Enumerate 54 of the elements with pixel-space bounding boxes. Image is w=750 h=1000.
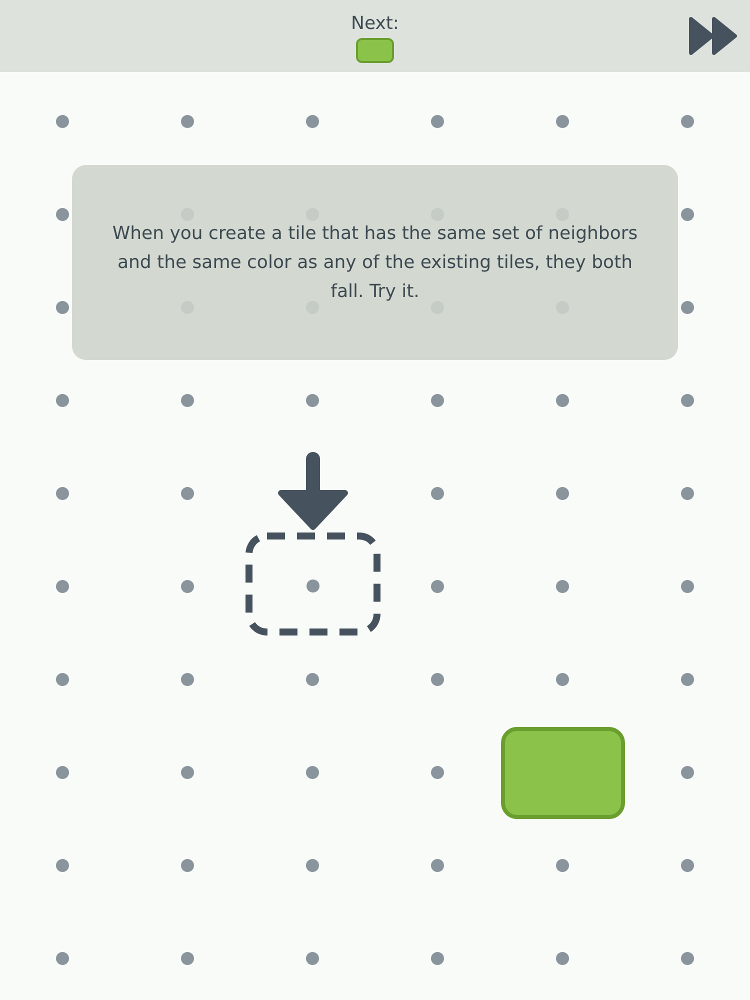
drop-target-drawing[interactable] — [245, 451, 381, 637]
grid-dot — [556, 673, 569, 686]
grid-dot — [556, 952, 569, 965]
grid-dot — [431, 673, 444, 686]
grid-dot — [556, 115, 569, 128]
grid-dot — [556, 487, 569, 500]
grid-dot — [681, 115, 694, 128]
grid-dot — [56, 487, 69, 500]
grid-dot — [306, 394, 319, 407]
grid-dot — [681, 487, 694, 500]
grid-dot — [306, 859, 319, 872]
grid-dot — [556, 580, 569, 593]
grid-dot — [681, 208, 694, 221]
grid-dot — [556, 859, 569, 872]
grid-dot — [56, 859, 69, 872]
grid-dot — [431, 859, 444, 872]
grid-dot — [306, 952, 319, 965]
grid-dot — [681, 952, 694, 965]
grid-dot — [181, 766, 194, 779]
grid-dot — [181, 859, 194, 872]
grid-dot — [681, 394, 694, 407]
grid-dot — [181, 673, 194, 686]
grid-dot — [681, 301, 694, 314]
grid-dot — [181, 115, 194, 128]
hint-text: When you create a tile that has the same set of neighbors and the same color as any of the existing tiles, they both fall. Try it. — [111, 222, 639, 304]
grid-dot — [681, 859, 694, 872]
grid-dot — [56, 301, 69, 314]
grid-dot — [56, 580, 69, 593]
placed-tile[interactable] — [500, 726, 624, 818]
grid-dot — [181, 487, 194, 500]
grid-dot — [431, 766, 444, 779]
grid-dot — [681, 580, 694, 593]
grid-dot — [181, 580, 194, 593]
grid-dot — [56, 394, 69, 407]
grid-dot — [431, 487, 444, 500]
grid-dot — [431, 952, 444, 965]
grid-dot — [306, 115, 319, 128]
grid-dot — [56, 766, 69, 779]
grid-dot — [681, 766, 694, 779]
next-label: Next: — [351, 13, 399, 34]
grid-dot — [431, 115, 444, 128]
grid-dot — [306, 766, 319, 779]
grid-dot — [181, 952, 194, 965]
grid-dot — [56, 952, 69, 965]
grid-dot — [431, 580, 444, 593]
grid-dot — [306, 673, 319, 686]
grid-dot — [556, 394, 569, 407]
grid-dot — [681, 673, 694, 686]
grid-dot — [56, 115, 69, 128]
grid-dot — [431, 394, 444, 407]
grid-dot — [181, 394, 194, 407]
grid-dot — [56, 673, 69, 686]
grid-dot — [56, 208, 69, 221]
fast-forward-icon[interactable] — [688, 16, 738, 56]
